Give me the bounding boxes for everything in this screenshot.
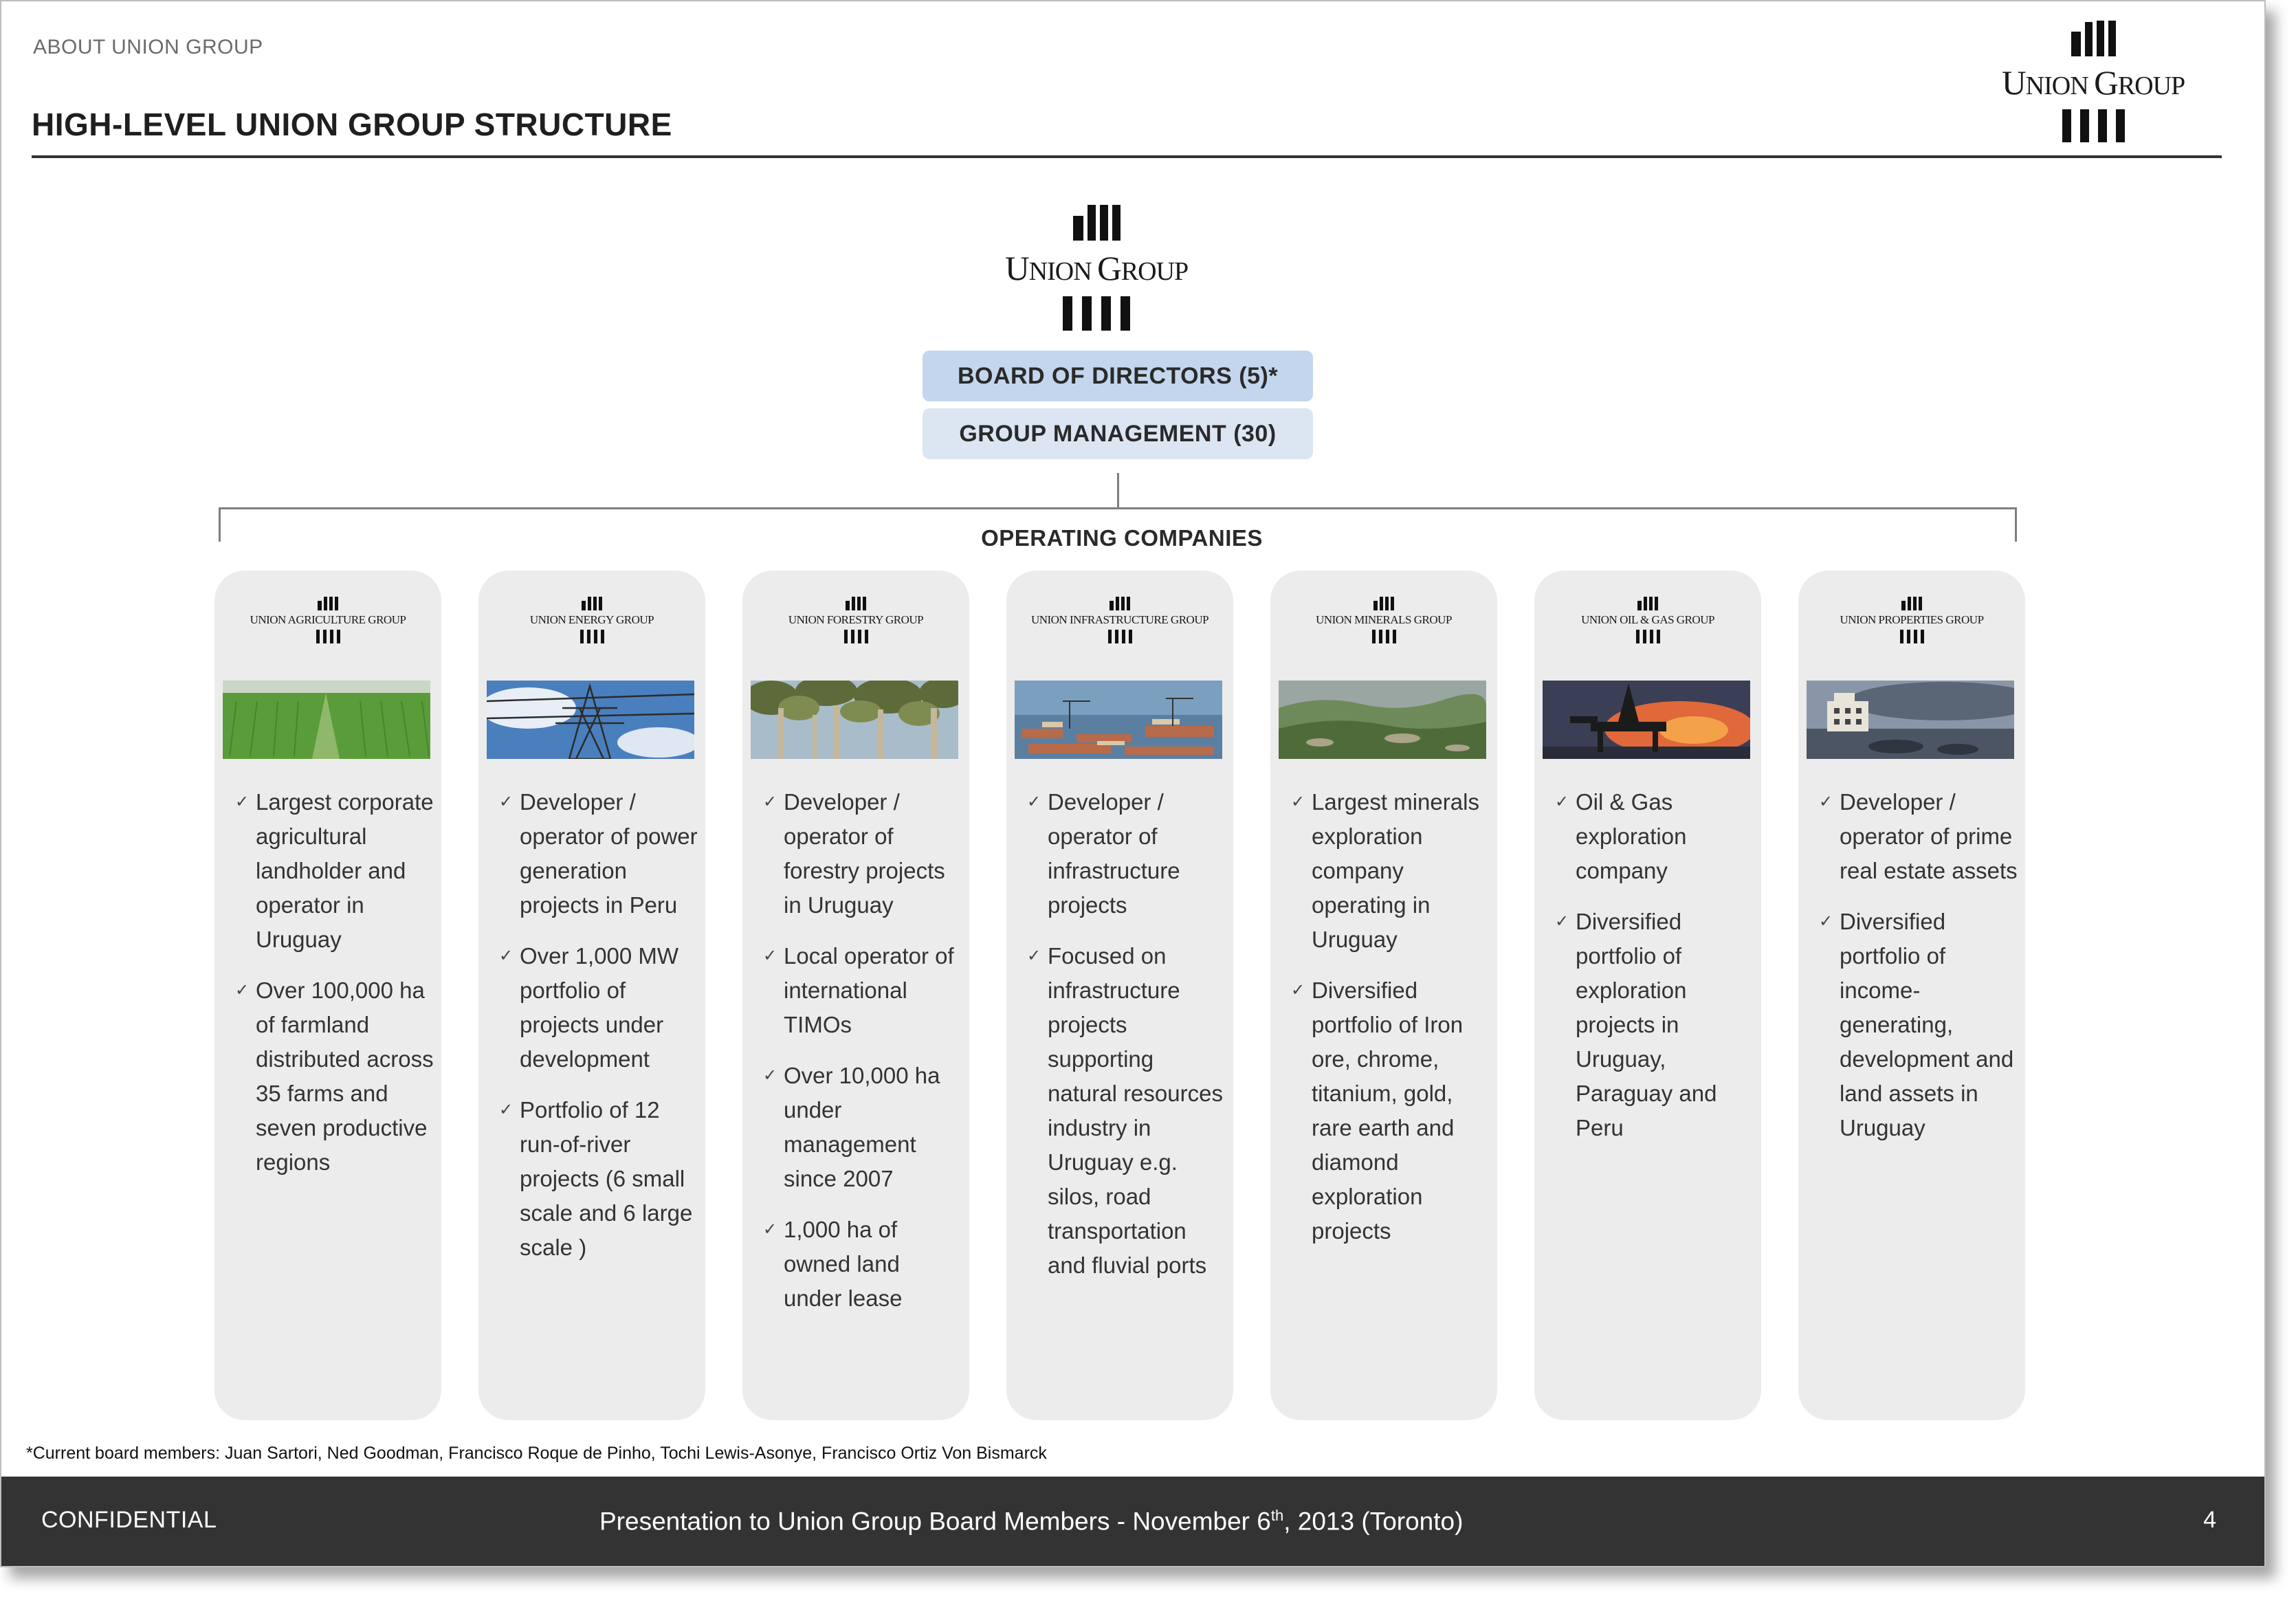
bullet-item: Local operator of international TIMOs [763,939,962,1042]
logo-mark-icon [2071,21,2116,56]
company-card-agriculture: UNION AGRICULTURE GROUP Largest corporat… [214,571,441,1420]
bullet-item: Developer / operator of infrastructure p… [1027,785,1226,923]
bullet-item: Over 1,000 MW portfolio of projects unde… [499,939,698,1076]
bullet-item: Largest minerals exploration company ope… [1291,785,1490,957]
union-group-logo: UNION GROUP [2002,21,2185,142]
bullet-item: Oil & Gas exploration company [1555,785,1754,888]
company-name: UNION INFRASTRUCTURE GROUP [1030,613,1209,626]
logo-mark-icon [1072,205,1121,241]
logo-bars-icon [579,630,604,643]
company-card-minerals: UNION MINERALS GROUP Largest minerals ex… [1270,571,1497,1420]
title-divider [32,155,2222,158]
org-connector-horizontal [219,507,2017,509]
logo-wordmark: UNION GROUP [2002,64,2185,102]
company-logo: UNION FORESTRY GROUP [742,597,969,643]
bullet-item: Over 100,000 ha of farmland distributed … [235,973,434,1180]
company-logo: UNION OIL & GAS GROUP [1534,597,1761,643]
logo-mark-icon [846,597,866,610]
company-name: UNION FORESTRY GROUP [788,613,924,626]
company-bullets: Developer / operator of infrastructure p… [1027,785,1226,1299]
section-label: ABOUT UNION GROUP [33,36,263,58]
bullet-item: 1,000 ha of owned land under lease [763,1213,962,1316]
bullet-item: Diversified portfolio of Iron ore, chrom… [1291,973,1490,1248]
board-of-directors-box: BOARD OF DIRECTORS (5)* [923,351,1313,401]
bullet-item: Diversified portfolio of income-generati… [1819,905,2018,1145]
logo-wordmark: UNION GROUP [1005,250,1189,287]
bullet-item: Developer / operator of prime real estat… [1819,785,2018,888]
company-card-oil-gas: UNION OIL & GAS GROUP Oil & Gas explorat… [1534,571,1761,1420]
bullet-item: Portfolio of 12 run-of-river projects (6… [499,1093,698,1265]
bullet-item: Largest corporate agricultural landholde… [235,785,434,957]
org-connector-left-drop [219,507,221,542]
company-logo: UNION INFRASTRUCTURE GROUP [1006,597,1233,643]
presentation-caption: Presentation to Union Group Board Member… [599,1507,1463,1536]
coastal-property-photo [1807,681,2014,759]
presentation-caption-prefix: Presentation to Union Group Board Member… [599,1507,1271,1536]
company-bullets: Largest minerals exploration company ope… [1291,785,1490,1265]
company-card-properties: UNION PROPERTIES GROUP Developer / opera… [1798,571,2025,1420]
slide-title: HIGH-LEVEL UNION GROUP STRUCTURE [32,107,672,142]
logo-mark-icon [1110,597,1130,610]
company-name: UNION AGRICULTURE GROUP [250,613,406,626]
bullet-item: Developer / operator of power generation… [499,785,698,923]
confidential-label: CONFIDENTIAL [41,1507,217,1533]
slide: ABOUT UNION GROUP HIGH-LEVEL UNION GROUP… [0,0,2266,1567]
operating-companies-heading: OPERATING COMPANIES [981,525,1263,551]
logo-bars-icon [1107,630,1132,643]
rice-field-photo [223,681,430,759]
presentation-caption-suffix: , 2013 (Toronto) [1283,1507,1464,1536]
company-card-forestry: UNION FORESTRY GROUP Developer / operato… [742,571,969,1420]
company-logo: UNION PROPERTIES GROUP [1798,597,2025,643]
logo-bars-icon [1635,630,1660,643]
logo-bars-icon [1371,630,1396,643]
company-logo: UNION AGRICULTURE GROUP [214,597,441,643]
logo-mark-icon [582,597,602,610]
logo-mark-icon [318,597,338,610]
logo-bars-icon [843,630,868,643]
org-connector-vertical [1117,473,1119,509]
org-chart-logo: UNION GROUP [1005,205,1189,331]
bullet-item: Diversified portfolio of exploration pro… [1555,905,1754,1145]
power-tower-photo [487,681,694,759]
hills-photo [1279,681,1486,759]
logo-bars-icon [2062,109,2125,142]
company-bullets: Developer / operator of forestry project… [763,785,962,1332]
logo-mark-icon [1373,597,1394,610]
logo-bars-icon [1063,296,1131,331]
oil-rig-photo [1543,681,1750,759]
bullet-item: Focused on infrastructure projects suppo… [1027,939,1226,1283]
company-name: UNION MINERALS GROUP [1316,613,1452,626]
logo-mark-icon [1637,597,1658,610]
company-card-energy: UNION ENERGY GROUP Developer / operator … [478,571,705,1420]
logo-bars-icon [316,630,340,643]
group-management-box: GROUP MANAGEMENT (30) [923,408,1313,459]
logo-mark-icon [1901,597,1922,610]
company-name: UNION OIL & GAS GROUP [1581,613,1714,626]
company-bullets: Developer / operator of prime real estat… [1819,785,2018,1162]
company-name: UNION ENERGY GROUP [529,613,654,626]
page-number: 4 [2203,1507,2216,1533]
bullet-item: Over 10,000 ha under management since 20… [763,1059,962,1196]
footer-bar: CONFIDENTIAL Presentation to Union Group… [1,1477,2264,1566]
company-card-infrastructure: UNION INFRASTRUCTURE GROUP Developer / o… [1006,571,1233,1420]
board-members-footnote: *Current board members: Juan Sartori, Ne… [26,1444,1047,1463]
forest-photo [751,681,958,759]
bullet-item: Developer / operator of forestry project… [763,785,962,923]
company-bullets: Oil & Gas exploration company Diversifie… [1555,785,1754,1162]
presentation-caption-ordinal: th [1270,1507,1284,1524]
company-bullets: Developer / operator of power generation… [499,785,698,1281]
logo-bars-icon [1899,630,1924,643]
company-name: UNION PROPERTIES GROUP [1840,613,1984,626]
company-logo: UNION MINERALS GROUP [1270,597,1497,643]
org-connector-right-drop [2015,507,2017,542]
port-photo [1015,681,1222,759]
company-logo: UNION ENERGY GROUP [478,597,705,643]
company-bullets: Largest corporate agricultural landholde… [235,785,434,1196]
